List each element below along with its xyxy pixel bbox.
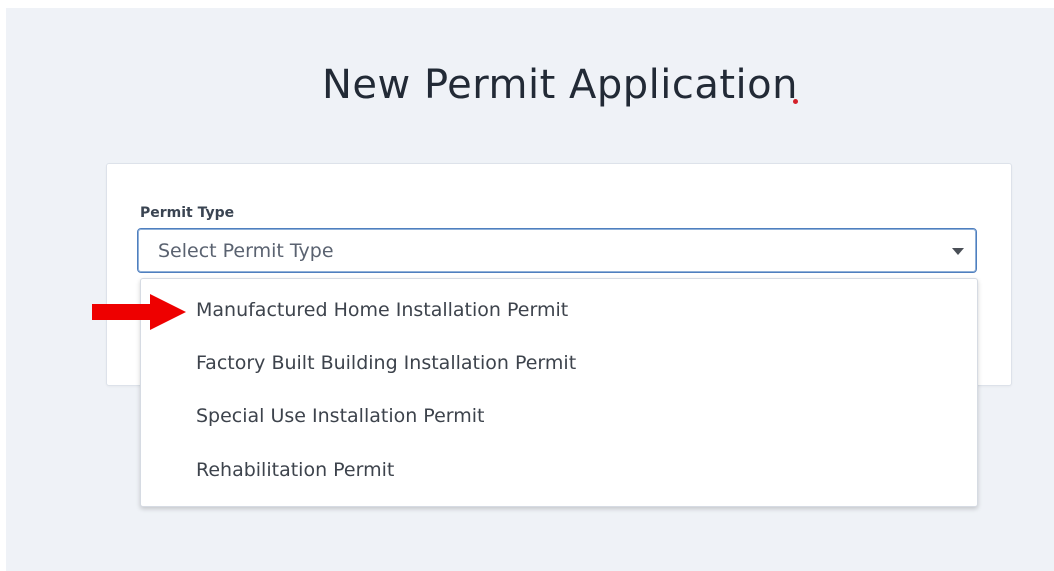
option-factory-built-building[interactable]: Factory Built Building Installation Perm… xyxy=(196,352,576,374)
arrow-shape xyxy=(92,294,186,330)
option-manufactured-home[interactable]: Manufactured Home Installation Permit xyxy=(196,299,568,321)
chevron-down-icon[interactable] xyxy=(952,248,964,255)
option-rehabilitation[interactable]: Rehabilitation Permit xyxy=(196,459,394,481)
permit-type-placeholder: Select Permit Type xyxy=(158,240,334,262)
permit-type-label: Permit Type xyxy=(140,205,235,221)
permit-type-dropdown: Manufactured Home Installation Permit Fa… xyxy=(140,278,978,507)
cursor-dot xyxy=(793,99,798,104)
option-special-use[interactable]: Special Use Installation Permit xyxy=(196,405,485,427)
permit-type-select[interactable]: Select Permit Type xyxy=(137,228,977,273)
page-title: New Permit Application xyxy=(322,62,798,108)
red-arrow-icon xyxy=(92,294,186,330)
